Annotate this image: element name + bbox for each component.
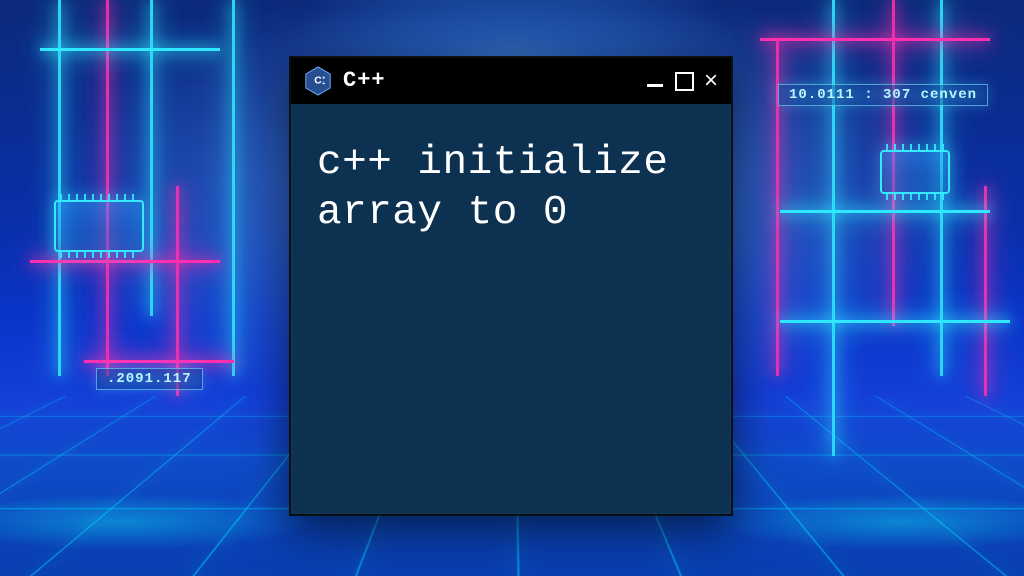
window-title: C++ <box>343 70 386 92</box>
window-controls: × <box>647 72 719 91</box>
neon-line <box>984 186 987 396</box>
terminal-window: C + + C++ × c++ initialize array to 0 <box>289 56 733 516</box>
neon-line <box>106 0 109 376</box>
close-icon[interactable]: × <box>703 72 719 90</box>
bg-code-right: 10.0111 : 307 cenven <box>778 84 988 106</box>
neon-line <box>58 0 61 376</box>
neon-line <box>832 0 835 456</box>
terminal-body-text: c++ initialize array to 0 <box>291 104 731 272</box>
title-bar[interactable]: C + + C++ × <box>291 58 731 104</box>
neon-line <box>780 210 990 213</box>
neon-line <box>232 0 235 376</box>
minimize-icon[interactable] <box>647 75 663 87</box>
neon-line <box>780 320 1010 323</box>
cpp-logo-icon: C + + <box>303 66 333 96</box>
neon-line <box>30 260 220 263</box>
circuit-chip <box>880 150 950 194</box>
neon-line <box>176 186 179 396</box>
maximize-icon[interactable] <box>675 72 691 91</box>
neon-line <box>84 360 234 363</box>
neon-line <box>760 38 990 41</box>
bg-code-left: .2091.117 <box>96 368 203 390</box>
neon-line <box>40 48 220 51</box>
circuit-chip <box>54 200 144 252</box>
svg-text:C: C <box>314 75 322 86</box>
